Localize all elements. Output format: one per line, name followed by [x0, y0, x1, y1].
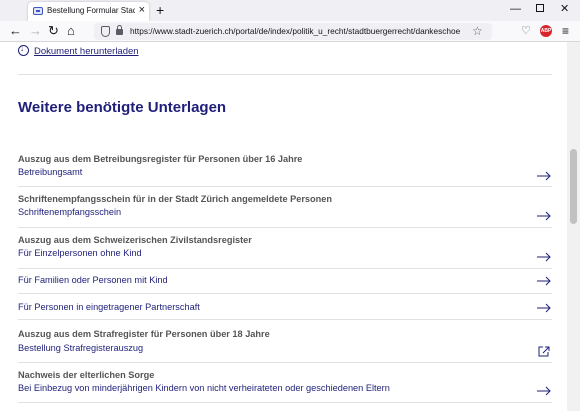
arrow-right-icon[interactable] — [537, 276, 552, 286]
item-heading: Auszug aus dem Schweizerischen Zivilstan… — [18, 235, 252, 245]
tab-close-icon[interactable]: × — [139, 4, 145, 17]
reload-icon[interactable]: ↻ — [48, 24, 59, 38]
item-heading: Auszug aus dem Strafregister für Persone… — [18, 329, 270, 339]
list-item[interactable]: Für Familien oder Personen mit Kind — [18, 269, 552, 294]
list-item[interactable]: Schriftenempfangsschein für in der Stadt… — [18, 187, 552, 228]
download-label[interactable]: Dokument herunterladen — [34, 46, 139, 57]
item-link[interactable]: Für Personen in eingetragener Partnersch… — [18, 302, 200, 312]
scrollbar-thumb[interactable] — [570, 149, 577, 224]
pocket-icon[interactable]: ♡ — [521, 24, 531, 38]
item-link[interactable]: Schriftenempfangsschein — [18, 207, 121, 217]
page-content: Dokument herunterladen Weitere benötigte… — [0, 42, 567, 411]
adblock-icon[interactable]: ABP — [540, 25, 552, 37]
list-item[interactable]: Für Personen in eingetragener Partnersch… — [18, 294, 552, 320]
lock-icon[interactable] — [116, 25, 123, 35]
list-item[interactable]: Auszug aus dem Schweizerischen Zivilstan… — [18, 228, 552, 269]
item-link[interactable]: Betreibungsamt — [18, 167, 82, 177]
item-link[interactable]: Bestellung Strafregisterauszug — [18, 343, 143, 353]
section-title: Weitere benötigte Unterlagen — [18, 99, 227, 116]
window-close-icon[interactable]: ✕ — [560, 2, 569, 16]
browser-tab[interactable]: Bestellung Formular Stadtbürgerrecht × — [28, 2, 149, 21]
hamburger-menu-icon[interactable]: ≡ — [562, 24, 569, 38]
scrollbar[interactable] — [567, 42, 580, 411]
item-heading: Auszug aus dem Betreibungsregister für P… — [18, 154, 303, 164]
list-item[interactable]: Nachweis der elterlichen Sorge Bei Einbe… — [18, 363, 552, 403]
back-icon[interactable]: ← — [9, 24, 22, 38]
tracking-shield-icon[interactable] — [101, 26, 110, 37]
arrow-right-icon[interactable] — [537, 211, 552, 221]
maximize-icon[interactable] — [536, 2, 544, 16]
tab-bar: Bestellung Formular Stadtbürgerrecht × +… — [0, 0, 580, 21]
new-tab-button[interactable]: + — [156, 1, 164, 19]
item-link[interactable]: Für Einzelpersonen ohne Kind — [18, 248, 142, 258]
item-heading: Nachweis der elterlichen Sorge — [18, 370, 155, 380]
external-link-icon[interactable] — [538, 346, 550, 357]
list-item[interactable]: Auszug aus dem Strafregister für Persone… — [18, 320, 552, 363]
nav-bar: ← → ↻ ⌂ https://www.stadt-zuerich.ch/por… — [0, 21, 580, 42]
home-icon[interactable]: ⌂ — [67, 24, 75, 38]
forward-icon[interactable]: → — [29, 24, 42, 38]
arrow-right-icon[interactable] — [537, 171, 552, 181]
download-link[interactable]: Dokument herunterladen — [18, 44, 139, 57]
list-item[interactable]: Auszug aus dem Betreibungsregister für P… — [18, 150, 552, 187]
arrow-right-icon[interactable] — [537, 386, 552, 396]
url-text[interactable]: https://www.stadt-zuerich.ch/portal/de/i… — [130, 26, 460, 36]
favicon-icon — [33, 7, 43, 15]
bookmark-star-icon[interactable]: ☆ — [472, 23, 483, 39]
arrow-right-icon[interactable] — [537, 252, 552, 262]
download-icon — [18, 44, 29, 56]
address-bar[interactable]: https://www.stadt-zuerich.ch/portal/de/i… — [94, 23, 492, 40]
item-link[interactable]: Für Familien oder Personen mit Kind — [18, 275, 168, 285]
divider — [18, 74, 552, 75]
tab-title: Bestellung Formular Stadtbürgerrecht — [47, 6, 135, 15]
minimize-icon[interactable]: — — [510, 2, 521, 16]
item-heading: Schriftenempfangsschein für in der Stadt… — [18, 194, 332, 204]
item-link[interactable]: Bei Einbezug von minderjährigen Kindern … — [18, 383, 390, 393]
arrow-right-icon[interactable] — [537, 303, 552, 313]
